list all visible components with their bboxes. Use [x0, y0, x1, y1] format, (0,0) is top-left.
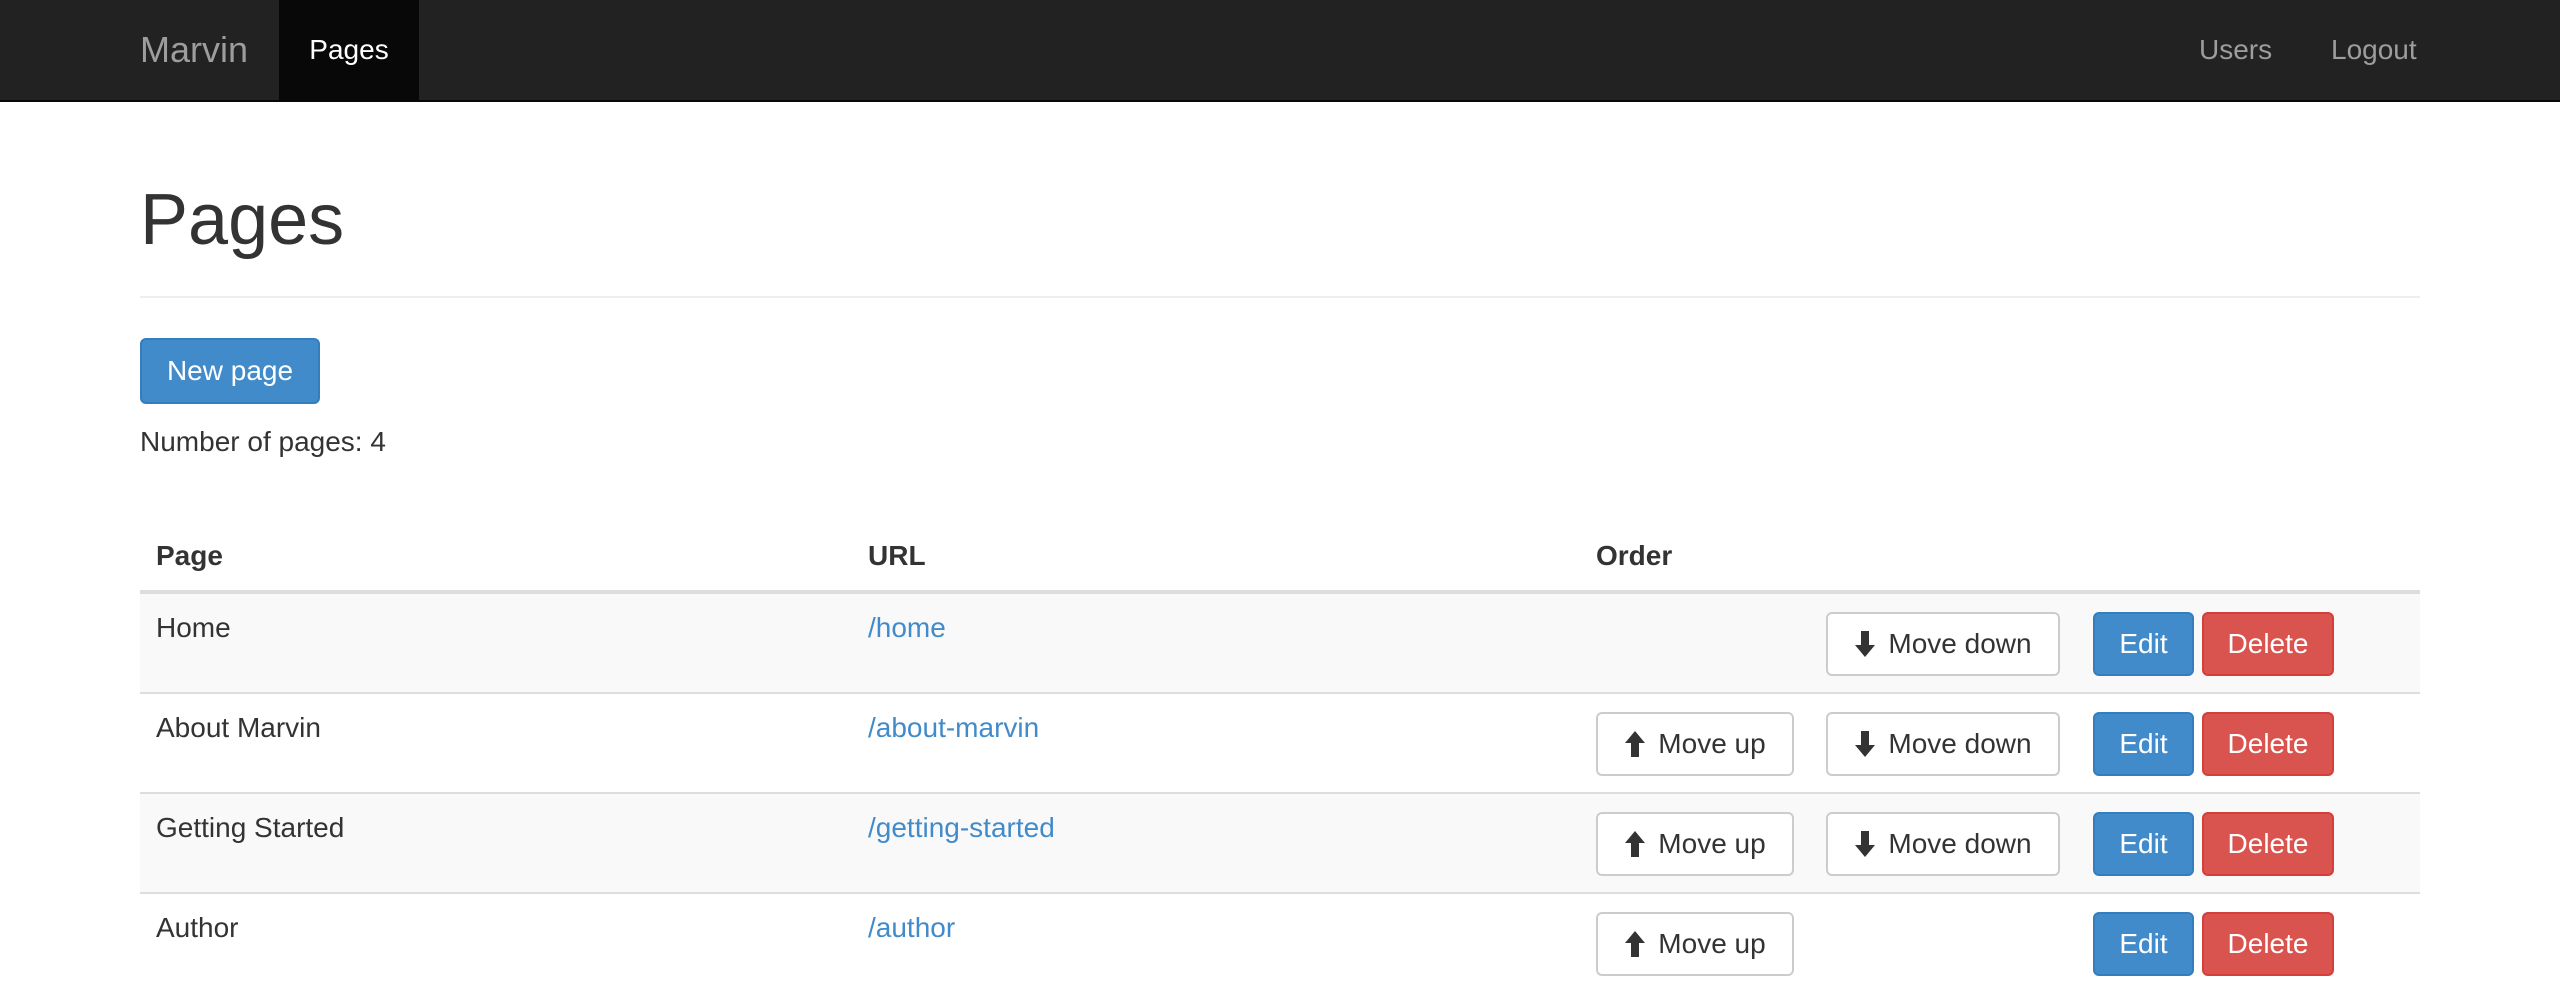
edit-button[interactable]: Edit [2093, 612, 2194, 676]
page-name: Home [156, 612, 231, 643]
move-up-label: Move up [1658, 828, 1766, 859]
page-title: Pages [140, 180, 345, 260]
nav-item-users[interactable]: Users [2199, 0, 2272, 100]
arrow-down-icon [1855, 731, 1876, 757]
move-up-label: Move up [1658, 728, 1766, 759]
arrow-up-icon [1625, 831, 1646, 857]
delete-button[interactable]: Delete [2202, 612, 2334, 676]
move-down-button[interactable]: Move down [1826, 812, 2060, 876]
top-navbar: Marvin Pages Users Logout [0, 0, 2560, 102]
move-down-button[interactable]: Move down [1826, 712, 2060, 776]
move-up-button[interactable]: Move up [1596, 912, 1794, 976]
nav-item-logout[interactable]: Logout [2331, 0, 2417, 100]
arrow-up-icon [1625, 931, 1646, 957]
arrow-down-icon [1855, 631, 1876, 657]
column-header-order: Order [1596, 540, 1673, 571]
table-row: About Marvin /about-marvin Move up Move … [140, 692, 2420, 792]
page-name: Author [156, 912, 239, 943]
new-page-button[interactable]: New page [140, 338, 320, 404]
delete-button[interactable]: Delete [2202, 712, 2334, 776]
edit-button[interactable]: Edit [2093, 712, 2194, 776]
delete-button[interactable]: Delete [2202, 912, 2334, 976]
page-count-value: 4 [370, 426, 386, 457]
move-down-label: Move down [1888, 628, 2032, 659]
move-down-label: Move down [1888, 728, 2032, 759]
move-up-label: Move up [1658, 928, 1766, 959]
table-row: Author /author Move up Edit Delete [140, 892, 2420, 992]
move-up-button[interactable]: Move up [1596, 812, 1794, 876]
header-divider [140, 296, 2420, 298]
table-row: Home /home Move down Edit Delete [140, 592, 2420, 692]
table-row: Getting Started /getting-started Move up… [140, 792, 2420, 892]
arrow-up-icon [1625, 731, 1646, 757]
brand-link[interactable]: Marvin [140, 0, 248, 100]
delete-button[interactable]: Delete [2202, 812, 2334, 876]
page-url-link[interactable]: /home [868, 612, 946, 644]
arrow-down-icon [1855, 831, 1876, 857]
nav-item-pages[interactable]: Pages [279, 0, 419, 100]
page-name: Getting Started [156, 812, 345, 843]
page-name: About Marvin [156, 712, 321, 743]
page-url-link[interactable]: /about-marvin [868, 712, 1039, 744]
edit-button[interactable]: Edit [2093, 812, 2194, 876]
move-up-button[interactable]: Move up [1596, 712, 1794, 776]
edit-button[interactable]: Edit [2093, 912, 2194, 976]
page-count: Number of pages: 4 [140, 426, 386, 458]
page-url-link[interactable]: /getting-started [868, 812, 1055, 844]
column-header-page: Page [156, 540, 223, 571]
move-down-button[interactable]: Move down [1826, 612, 2060, 676]
page-url-link[interactable]: /author [868, 912, 955, 944]
page-count-label: Number of pages: [140, 426, 363, 457]
move-down-label: Move down [1888, 828, 2032, 859]
column-header-url: URL [868, 540, 926, 571]
